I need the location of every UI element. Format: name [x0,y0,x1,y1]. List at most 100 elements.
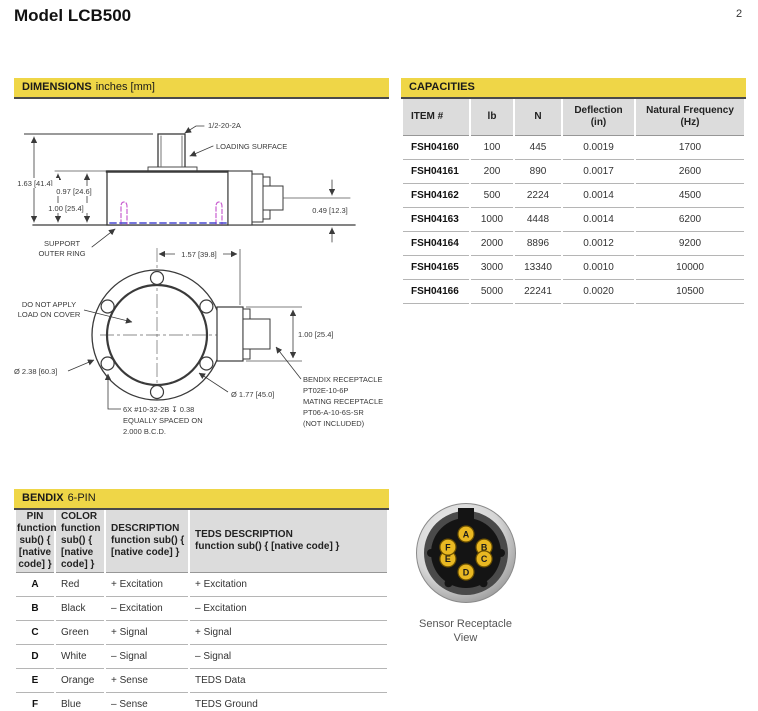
page-title: Model LCB500 [14,6,131,26]
table-cell: Red [56,573,104,597]
table-row: FSH0416250022240.00144500 [403,184,744,208]
dimensions-header-bar: DIMENSIONSinches [mm] [14,78,389,99]
receptacle-illustration: ABCDEF [403,497,529,623]
table-cell: + Excitation [106,573,188,597]
connector-barrel-bottom [243,319,270,349]
receptacle-caption-line2: View [393,631,538,645]
table-cell: White [56,645,104,669]
table-cell: E [16,669,54,693]
table-cell: 445 [515,136,561,160]
table-cell: 2000 [471,232,513,256]
bendix-header-label: BENDIX [22,492,64,504]
column-header: lb [471,99,513,136]
receptacle-callout-5: (NOT INCLUDED) [303,419,365,428]
table-cell: TEDS Ground [190,693,387,711]
datasheet-page: Model LCB500 2 DIMENSIONSinches [mm] CAP… [0,0,758,711]
table-cell: A [16,573,54,597]
table-row: EOrange+ SenseTEDS Data [16,669,387,693]
dim-connector-offset: 1.57 [39.8] [181,250,216,259]
table-row: FSH041612008900.00172600 [403,160,744,184]
thread-callout: 1/2-20-2A [208,121,241,130]
sensor-body [107,171,228,225]
dim-height-total: 1.63 [41.4] [17,179,52,188]
receptacle-callout-4: PT06-A-10-6S-SR [303,408,364,417]
table-cell: FSH04166 [403,280,469,304]
table-cell: Green [56,621,104,645]
support-ring-callout-1: SUPPORT [44,239,81,248]
table-cell: D [16,645,54,669]
table-row: FSH041653000133400.001010000 [403,256,744,280]
column-header: TEDS DESCRIPTIONfunction sub() { [native… [190,510,387,573]
table-cell: – Signal [190,645,387,669]
table-cell: B [16,597,54,621]
receptacle-callout-1: BENDIX RECEPTACLE [303,375,382,384]
pin-label-A: A [463,529,470,539]
column-header: Natural Frequency(Hz) [636,99,744,136]
table-cell: 2600 [636,160,744,184]
table-row: BBlack– Excitation– Excitation [16,597,387,621]
table-cell: – Excitation [106,597,188,621]
table-cell: Black [56,597,104,621]
table-cell: FSH04165 [403,256,469,280]
table-row: FBlue– SenseTEDS Ground [16,693,387,711]
table-cell: + Signal [190,621,387,645]
table-cell: 4500 [636,184,744,208]
no-load-callout-1: DO NOT APPLY [22,300,76,309]
table-cell: TEDS Data [190,669,387,693]
connector-barrel [263,186,283,210]
receptacle-caption-line1: Sensor Receptacle [393,617,538,631]
table-row: FSH041601004450.00191700 [403,136,744,160]
table-cell: – Signal [106,645,188,669]
no-load-callout-2: LOAD ON COVER [18,310,81,319]
table-cell: FSH04163 [403,208,469,232]
table-cell: 13340 [515,256,561,280]
inner-diameter-callout: Ø 1.77 [45.0] [231,390,274,399]
table-cell: 0.0012 [563,232,634,256]
pin-label-C: C [481,554,488,564]
bendix-table: PINfunction sub() { [native code] }COLOR… [14,510,389,711]
table-cell: 2224 [515,184,561,208]
table-cell: FSH04162 [403,184,469,208]
capacities-header-label: CAPACITIES [409,81,475,93]
capacities-header-bar: CAPACITIES [401,78,746,99]
table-cell: 200 [471,160,513,184]
table-cell: 1000 [471,208,513,232]
table-cell: 22241 [515,280,561,304]
bendix-header-row: PINfunction sub() { [native code] }COLOR… [16,510,387,573]
table-cell: 0.0010 [563,256,634,280]
column-header: PINfunction sub() { [native code] } [16,510,54,573]
bolt-pattern-callout-3: 2.000 B.C.D. [123,427,166,436]
table-cell: 100 [471,136,513,160]
bolt-pattern-callout-2: EQUALLY SPACED ON [123,416,203,425]
side-view: 1.63 [41.4] 0.97 [24.6] 1.00 [25.4] 0.49… [14,121,355,258]
dim-height-body: 1.00 [25.4] [48,204,83,213]
loading-stud [158,134,185,168]
table-cell: 890 [515,160,561,184]
table-cell: 10000 [636,256,744,280]
dim-connector-height: 1.00 [25.4] [298,330,333,339]
table-cell: 3000 [471,256,513,280]
table-cell: 500 [471,184,513,208]
table-cell: 10500 [636,280,744,304]
table-cell: – Sense [106,693,188,711]
page-number: 2 [736,8,742,20]
keyway-notch [458,508,474,521]
pin-label-D: D [463,567,470,577]
connector-flange-bottom [217,307,243,361]
dimensions-panel: DIMENSIONSinches [mm] [14,78,389,99]
table-row: ARed+ Excitation+ Excitation [16,573,387,597]
loading-surface-callout: LOADING SURFACE [216,142,287,151]
table-cell: – Excitation [190,597,387,621]
outer-diameter-callout: Ø 2.38 [60.3] [14,367,57,376]
table-cell: 0.0020 [563,280,634,304]
table-cell: C [16,621,54,645]
table-cell: 4448 [515,208,561,232]
table-row: CGreen+ Signal+ Signal [16,621,387,645]
capacities-table: ITEM #lbNDeflection(in)Natural Frequency… [401,99,746,304]
support-ring-callout-2: OUTER RING [38,249,85,258]
table-cell: + Signal [106,621,188,645]
table-row: DWhite– Signal– Signal [16,645,387,669]
capacities-panel: CAPACITIES ITEM #lbNDeflection(in)Natura… [401,78,746,304]
pin-label-F: F [445,542,451,552]
column-header: Deflection(in) [563,99,634,136]
